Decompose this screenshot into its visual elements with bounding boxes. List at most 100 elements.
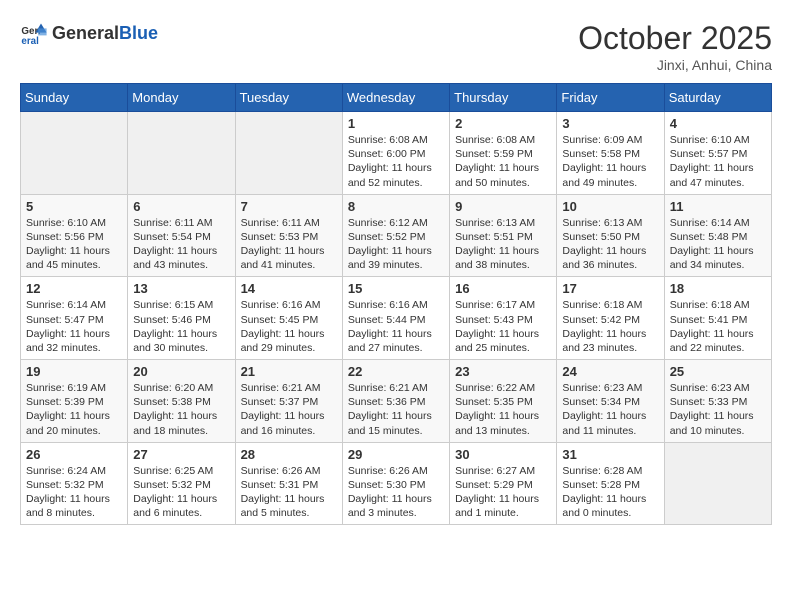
weekday-header-saturday: Saturday bbox=[664, 84, 771, 112]
day-number: 21 bbox=[241, 364, 337, 379]
day-info: Sunrise: 6:13 AM Sunset: 5:51 PM Dayligh… bbox=[455, 216, 551, 273]
calendar-cell: 18 Sunrise: 6:18 AM Sunset: 5:41 PM Dayli… bbox=[664, 277, 771, 360]
title-section: October 2025 Jinxi, Anhui, China bbox=[578, 20, 772, 73]
day-number: 23 bbox=[455, 364, 551, 379]
calendar-cell bbox=[128, 112, 235, 195]
day-info: Sunrise: 6:18 AM Sunset: 5:42 PM Dayligh… bbox=[562, 298, 658, 355]
day-number: 10 bbox=[562, 199, 658, 214]
calendar-table: SundayMondayTuesdayWednesdayThursdayFrid… bbox=[20, 83, 772, 525]
day-number: 6 bbox=[133, 199, 229, 214]
calendar-cell bbox=[235, 112, 342, 195]
day-info: Sunrise: 6:26 AM Sunset: 5:31 PM Dayligh… bbox=[241, 464, 337, 521]
calendar-cell: 29Sunrise: 6:26 AM Sunset: 5:30 PM Dayli… bbox=[342, 442, 449, 525]
day-number: 4 bbox=[670, 116, 766, 131]
weekday-header-tuesday: Tuesday bbox=[235, 84, 342, 112]
day-info: Sunrise: 6:12 AM Sunset: 5:52 PM Dayligh… bbox=[348, 216, 444, 273]
day-number: 7 bbox=[241, 199, 337, 214]
calendar-cell: 12 Sunrise: 6:14 AM Sunset: 5:47 PM Dayli… bbox=[21, 277, 128, 360]
day-number: 18 bbox=[670, 281, 766, 296]
calendar-cell: 31Sunrise: 6:28 AM Sunset: 5:28 PM Dayli… bbox=[557, 442, 664, 525]
weekday-header-wednesday: Wednesday bbox=[342, 84, 449, 112]
calendar-cell: 24Sunrise: 6:23 AM Sunset: 5:34 PM Dayli… bbox=[557, 360, 664, 443]
calendar-cell: 20 Sunrise: 6:20 AM Sunset: 5:38 PM Dayli… bbox=[128, 360, 235, 443]
day-info: Sunrise: 6:22 AM Sunset: 5:35 PM Dayligh… bbox=[455, 381, 551, 438]
calendar-cell: 27 Sunrise: 6:25 AM Sunset: 5:32 PM Dayli… bbox=[128, 442, 235, 525]
day-number: 26 bbox=[26, 447, 122, 462]
location: Jinxi, Anhui, China bbox=[578, 57, 772, 73]
day-info: Sunrise: 6:27 AM Sunset: 5:29 PM Dayligh… bbox=[455, 464, 551, 521]
day-number: 13 bbox=[133, 281, 229, 296]
calendar-cell: 21 Sunrise: 6:21 AM Sunset: 5:37 PM Dayli… bbox=[235, 360, 342, 443]
day-number: 22 bbox=[348, 364, 444, 379]
weekday-header-friday: Friday bbox=[557, 84, 664, 112]
day-info: Sunrise: 6:14 AM Sunset: 5:47 PM Dayligh… bbox=[26, 298, 122, 355]
day-info: Sunrise: 6:08 AM Sunset: 6:00 PM Dayligh… bbox=[348, 133, 444, 190]
day-number: 8 bbox=[348, 199, 444, 214]
calendar-cell: 23 Sunrise: 6:22 AM Sunset: 5:35 PM Dayli… bbox=[450, 360, 557, 443]
logo-text: GeneralBlue bbox=[52, 24, 158, 44]
calendar-cell: 26Sunrise: 6:24 AM Sunset: 5:32 PM Dayli… bbox=[21, 442, 128, 525]
calendar-cell bbox=[21, 112, 128, 195]
calendar-cell: 17 Sunrise: 6:18 AM Sunset: 5:42 PM Dayli… bbox=[557, 277, 664, 360]
day-info: Sunrise: 6:16 AM Sunset: 5:45 PM Dayligh… bbox=[241, 298, 337, 355]
day-number: 19 bbox=[26, 364, 122, 379]
day-number: 20 bbox=[133, 364, 229, 379]
day-info: Sunrise: 6:20 AM Sunset: 5:38 PM Dayligh… bbox=[133, 381, 229, 438]
calendar-cell: 19 Sunrise: 6:19 AM Sunset: 5:39 PM Dayli… bbox=[21, 360, 128, 443]
day-number: 9 bbox=[455, 199, 551, 214]
day-info: Sunrise: 6:15 AM Sunset: 5:46 PM Dayligh… bbox=[133, 298, 229, 355]
day-number: 24 bbox=[562, 364, 658, 379]
day-number: 12 bbox=[26, 281, 122, 296]
day-info: Sunrise: 6:17 AM Sunset: 5:43 PM Dayligh… bbox=[455, 298, 551, 355]
calendar-cell: 1 Sunrise: 6:08 AM Sunset: 6:00 PM Daylig… bbox=[342, 112, 449, 195]
day-info: Sunrise: 6:11 AM Sunset: 5:53 PM Dayligh… bbox=[241, 216, 337, 273]
day-number: 11 bbox=[670, 199, 766, 214]
day-info: Sunrise: 6:26 AM Sunset: 5:30 PM Dayligh… bbox=[348, 464, 444, 521]
calendar-week-2: 5Sunrise: 6:10 AM Sunset: 5:56 PM Daylig… bbox=[21, 194, 772, 277]
day-info: Sunrise: 6:08 AM Sunset: 5:59 PM Dayligh… bbox=[455, 133, 551, 190]
logo: Gen eral GeneralBlue bbox=[20, 20, 158, 48]
day-number: 30 bbox=[455, 447, 551, 462]
calendar-cell: 9 Sunrise: 6:13 AM Sunset: 5:51 PM Daylig… bbox=[450, 194, 557, 277]
day-number: 1 bbox=[348, 116, 444, 131]
day-info: Sunrise: 6:14 AM Sunset: 5:48 PM Dayligh… bbox=[670, 216, 766, 273]
day-info: Sunrise: 6:21 AM Sunset: 5:37 PM Dayligh… bbox=[241, 381, 337, 438]
day-number: 15 bbox=[348, 281, 444, 296]
calendar-cell: 13 Sunrise: 6:15 AM Sunset: 5:46 PM Dayli… bbox=[128, 277, 235, 360]
day-number: 28 bbox=[241, 447, 337, 462]
calendar-cell bbox=[664, 442, 771, 525]
calendar-cell: 5Sunrise: 6:10 AM Sunset: 5:56 PM Daylig… bbox=[21, 194, 128, 277]
day-info: Sunrise: 6:10 AM Sunset: 5:57 PM Dayligh… bbox=[670, 133, 766, 190]
calendar-week-3: 12 Sunrise: 6:14 AM Sunset: 5:47 PM Dayli… bbox=[21, 277, 772, 360]
day-info: Sunrise: 6:18 AM Sunset: 5:41 PM Dayligh… bbox=[670, 298, 766, 355]
calendar-cell: 28 Sunrise: 6:26 AM Sunset: 5:31 PM Dayli… bbox=[235, 442, 342, 525]
calendar-cell: 10Sunrise: 6:13 AM Sunset: 5:50 PM Dayli… bbox=[557, 194, 664, 277]
page-header: Gen eral GeneralBlue October 2025 Jinxi,… bbox=[20, 20, 772, 73]
svg-text:eral: eral bbox=[21, 36, 39, 47]
calendar-week-5: 26Sunrise: 6:24 AM Sunset: 5:32 PM Dayli… bbox=[21, 442, 772, 525]
day-info: Sunrise: 6:19 AM Sunset: 5:39 PM Dayligh… bbox=[26, 381, 122, 438]
calendar-cell: 25Sunrise: 6:23 AM Sunset: 5:33 PM Dayli… bbox=[664, 360, 771, 443]
logo-icon: Gen eral bbox=[20, 20, 48, 48]
calendar-cell: 15Sunrise: 6:16 AM Sunset: 5:44 PM Dayli… bbox=[342, 277, 449, 360]
day-number: 31 bbox=[562, 447, 658, 462]
month-title: October 2025 bbox=[578, 20, 772, 57]
calendar-cell: 22 Sunrise: 6:21 AM Sunset: 5:36 PM Dayli… bbox=[342, 360, 449, 443]
day-number: 27 bbox=[133, 447, 229, 462]
day-info: Sunrise: 6:25 AM Sunset: 5:32 PM Dayligh… bbox=[133, 464, 229, 521]
calendar-week-4: 19 Sunrise: 6:19 AM Sunset: 5:39 PM Dayli… bbox=[21, 360, 772, 443]
day-info: Sunrise: 6:09 AM Sunset: 5:58 PM Dayligh… bbox=[562, 133, 658, 190]
calendar-week-1: 1 Sunrise: 6:08 AM Sunset: 6:00 PM Daylig… bbox=[21, 112, 772, 195]
day-number: 17 bbox=[562, 281, 658, 296]
calendar-cell: 8 Sunrise: 6:12 AM Sunset: 5:52 PM Daylig… bbox=[342, 194, 449, 277]
day-info: Sunrise: 6:10 AM Sunset: 5:56 PM Dayligh… bbox=[26, 216, 122, 273]
weekday-header-sunday: Sunday bbox=[21, 84, 128, 112]
calendar-cell: 16Sunrise: 6:17 AM Sunset: 5:43 PM Dayli… bbox=[450, 277, 557, 360]
calendar-cell: 2Sunrise: 6:08 AM Sunset: 5:59 PM Daylig… bbox=[450, 112, 557, 195]
day-info: Sunrise: 6:21 AM Sunset: 5:36 PM Dayligh… bbox=[348, 381, 444, 438]
calendar-cell: 3Sunrise: 6:09 AM Sunset: 5:58 PM Daylig… bbox=[557, 112, 664, 195]
day-info: Sunrise: 6:23 AM Sunset: 5:33 PM Dayligh… bbox=[670, 381, 766, 438]
weekday-header-monday: Monday bbox=[128, 84, 235, 112]
calendar-cell: 14Sunrise: 6:16 AM Sunset: 5:45 PM Dayli… bbox=[235, 277, 342, 360]
calendar-cell: 4 Sunrise: 6:10 AM Sunset: 5:57 PM Daylig… bbox=[664, 112, 771, 195]
